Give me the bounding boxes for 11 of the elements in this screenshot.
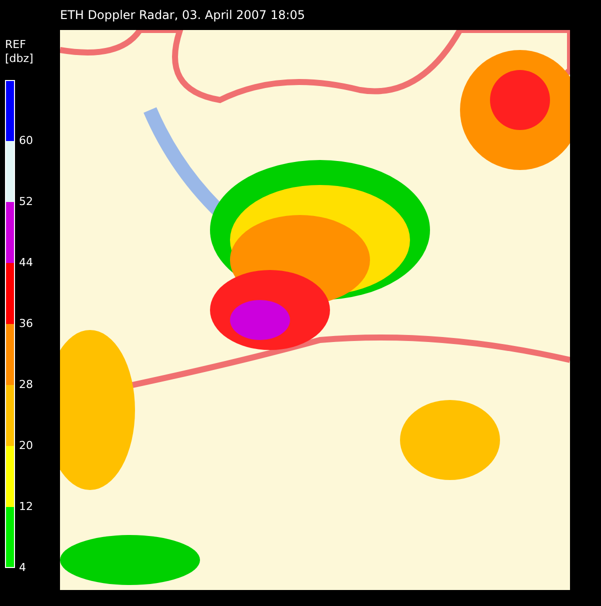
scale-label: 20 — [19, 440, 33, 452]
scale-label: 28 — [19, 379, 33, 391]
legend-quantity: REF — [5, 38, 27, 52]
scale-label: 52 — [19, 196, 33, 208]
scale-label: 4 — [19, 562, 26, 574]
scale-label: 60 — [19, 135, 33, 147]
scale-label: 12 — [19, 501, 33, 513]
radar-title: ETH Doppler Radar, 03. April 2007 18:05 — [59, 7, 306, 24]
legend-unit: [dbz] — [5, 52, 34, 66]
scale-label: 36 — [19, 318, 33, 330]
scale-label: 44 — [19, 257, 33, 269]
